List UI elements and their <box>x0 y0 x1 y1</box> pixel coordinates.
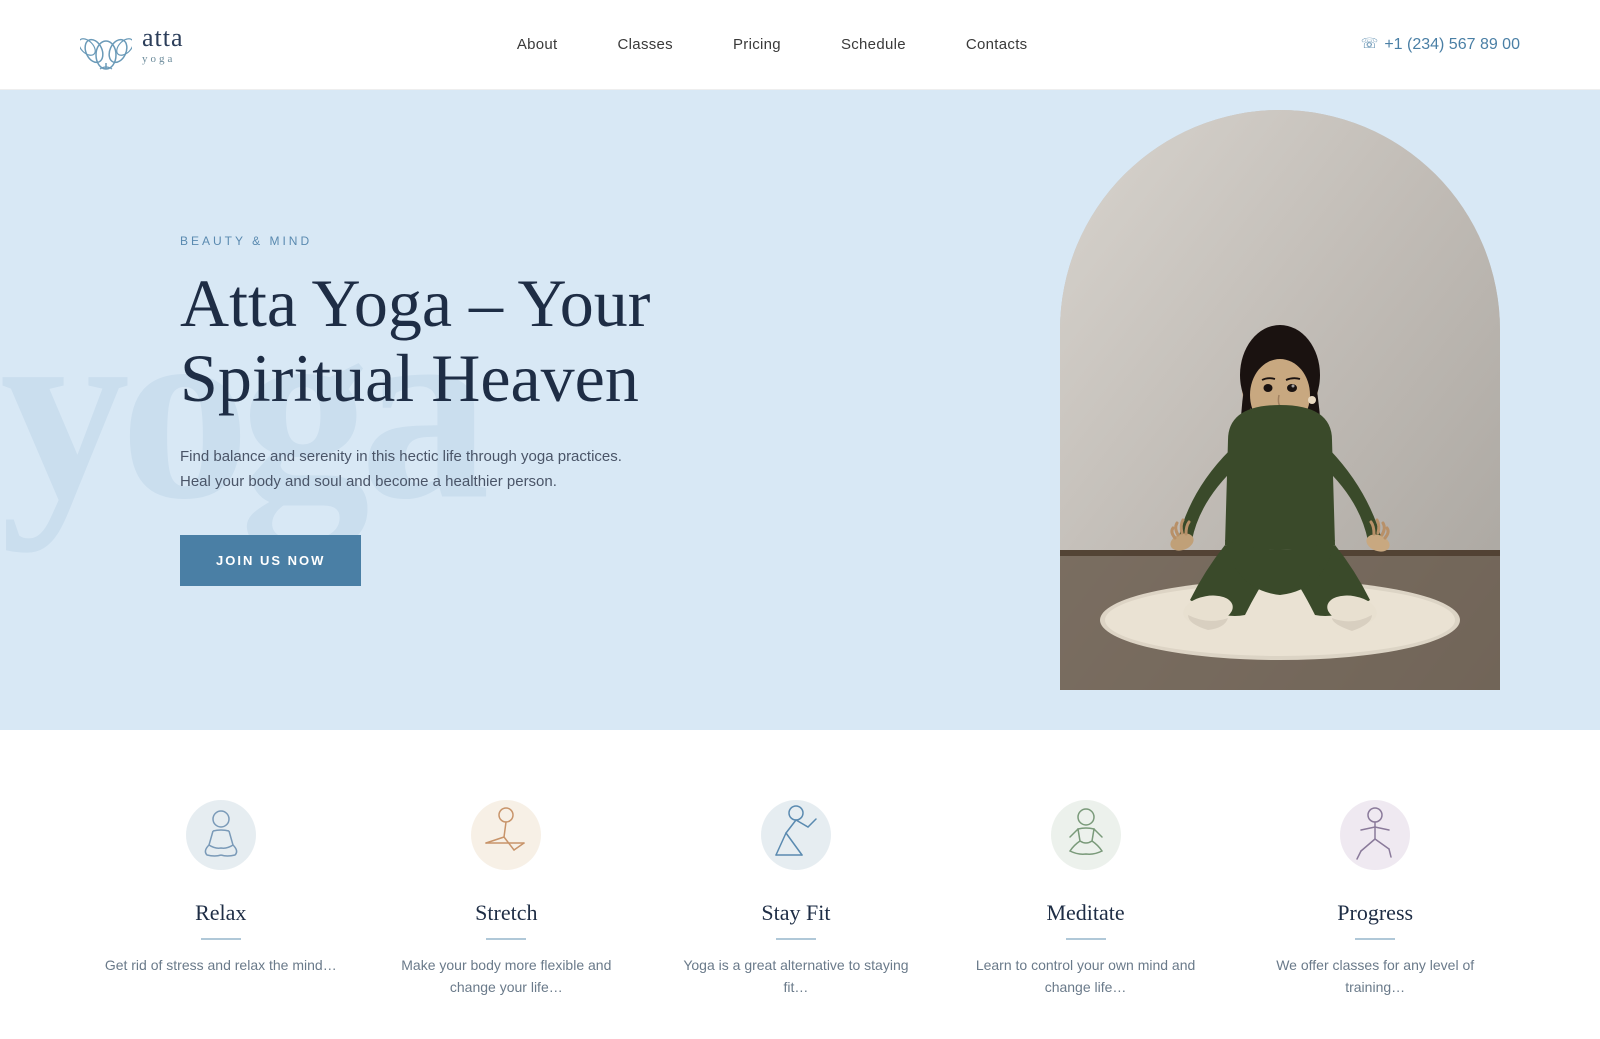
logo[interactable]: atta yoga <box>80 19 184 71</box>
progress-desc: We offer classes for any level of traini… <box>1255 954 1495 999</box>
stretch-divider <box>486 938 526 940</box>
meditate-title: Meditate <box>1046 900 1124 926</box>
features-section: Relax Get rid of stress and relax the mi… <box>0 730 1600 1039</box>
relax-icon <box>191 805 251 865</box>
hero-image-area <box>1060 110 1500 710</box>
logo-sub: yoga <box>142 53 184 65</box>
relax-desc: Get rid of stress and relax the mind… <box>105 954 337 976</box>
feature-meditate: Meditate Learn to control your own mind … <box>966 790 1206 999</box>
meditate-icon-wrap <box>1041 790 1131 880</box>
stretch-desc: Make your body more flexible and change … <box>386 954 626 999</box>
feature-relax: Relax Get rid of stress and relax the mi… <box>105 790 337 976</box>
stayfit-title: Stay Fit <box>761 900 830 926</box>
progress-icon-wrap <box>1330 790 1420 880</box>
stretch-title: Stretch <box>475 900 537 926</box>
relax-title: Relax <box>195 900 246 926</box>
stayfit-icon <box>766 805 826 865</box>
arch-frame <box>1060 110 1500 690</box>
nav-about[interactable]: About <box>517 36 558 53</box>
stayfit-divider <box>776 938 816 940</box>
lotus-icon <box>80 19 132 71</box>
yoga-person <box>1060 110 1500 690</box>
progress-divider <box>1355 938 1395 940</box>
phone-area: ☏ +1 (234) 567 89 00 <box>1361 36 1520 54</box>
nav-schedule[interactable]: Schedule <box>841 36 906 53</box>
phone-icon: ☏ <box>1361 36 1379 53</box>
nav-classes[interactable]: Classes <box>618 36 673 53</box>
stayfit-desc: Yoga is a great alternative to staying f… <box>676 954 916 999</box>
hero-description: Find balance and serenity in this hectic… <box>180 444 640 495</box>
meditate-icon <box>1056 805 1116 865</box>
nav-contacts[interactable]: Contacts <box>966 36 1028 53</box>
meditate-desc: Learn to control your own mind and chang… <box>966 954 1206 999</box>
progress-title: Progress <box>1337 900 1413 926</box>
progress-icon <box>1345 805 1405 865</box>
feature-stay-fit: Stay Fit Yoga is a great alternative to … <box>676 790 916 999</box>
meditate-divider <box>1066 938 1106 940</box>
feature-stretch: Stretch Make your body more flexible and… <box>386 790 626 999</box>
phone-link[interactable]: +1 (234) 567 89 00 <box>1384 36 1520 54</box>
hero-tag: BEAUTY & MIND <box>180 234 650 248</box>
header: atta yoga About Classes Pricing Schedule… <box>0 0 1600 90</box>
relax-divider <box>201 938 241 940</box>
feature-progress: Progress We offer classes for any level … <box>1255 790 1495 999</box>
relax-icon-wrap <box>176 790 266 880</box>
nav-pricing[interactable]: Pricing <box>733 36 781 53</box>
join-now-button[interactable]: JOIN US NOW <box>180 535 361 586</box>
hero-section: yoga BEAUTY & MIND Atta Yoga – Your Spir… <box>0 90 1600 730</box>
stayfit-icon-wrap <box>751 790 841 880</box>
logo-name: atta <box>142 24 184 53</box>
main-nav: About Classes Pricing Schedule Contacts <box>517 36 1028 53</box>
stretch-icon <box>476 805 536 865</box>
logo-text: atta yoga <box>142 24 184 65</box>
hero-content: BEAUTY & MIND Atta Yoga – Your Spiritual… <box>0 234 650 586</box>
hero-title: Atta Yoga – Your Spiritual Heaven <box>180 266 650 416</box>
stretch-icon-wrap <box>461 790 551 880</box>
